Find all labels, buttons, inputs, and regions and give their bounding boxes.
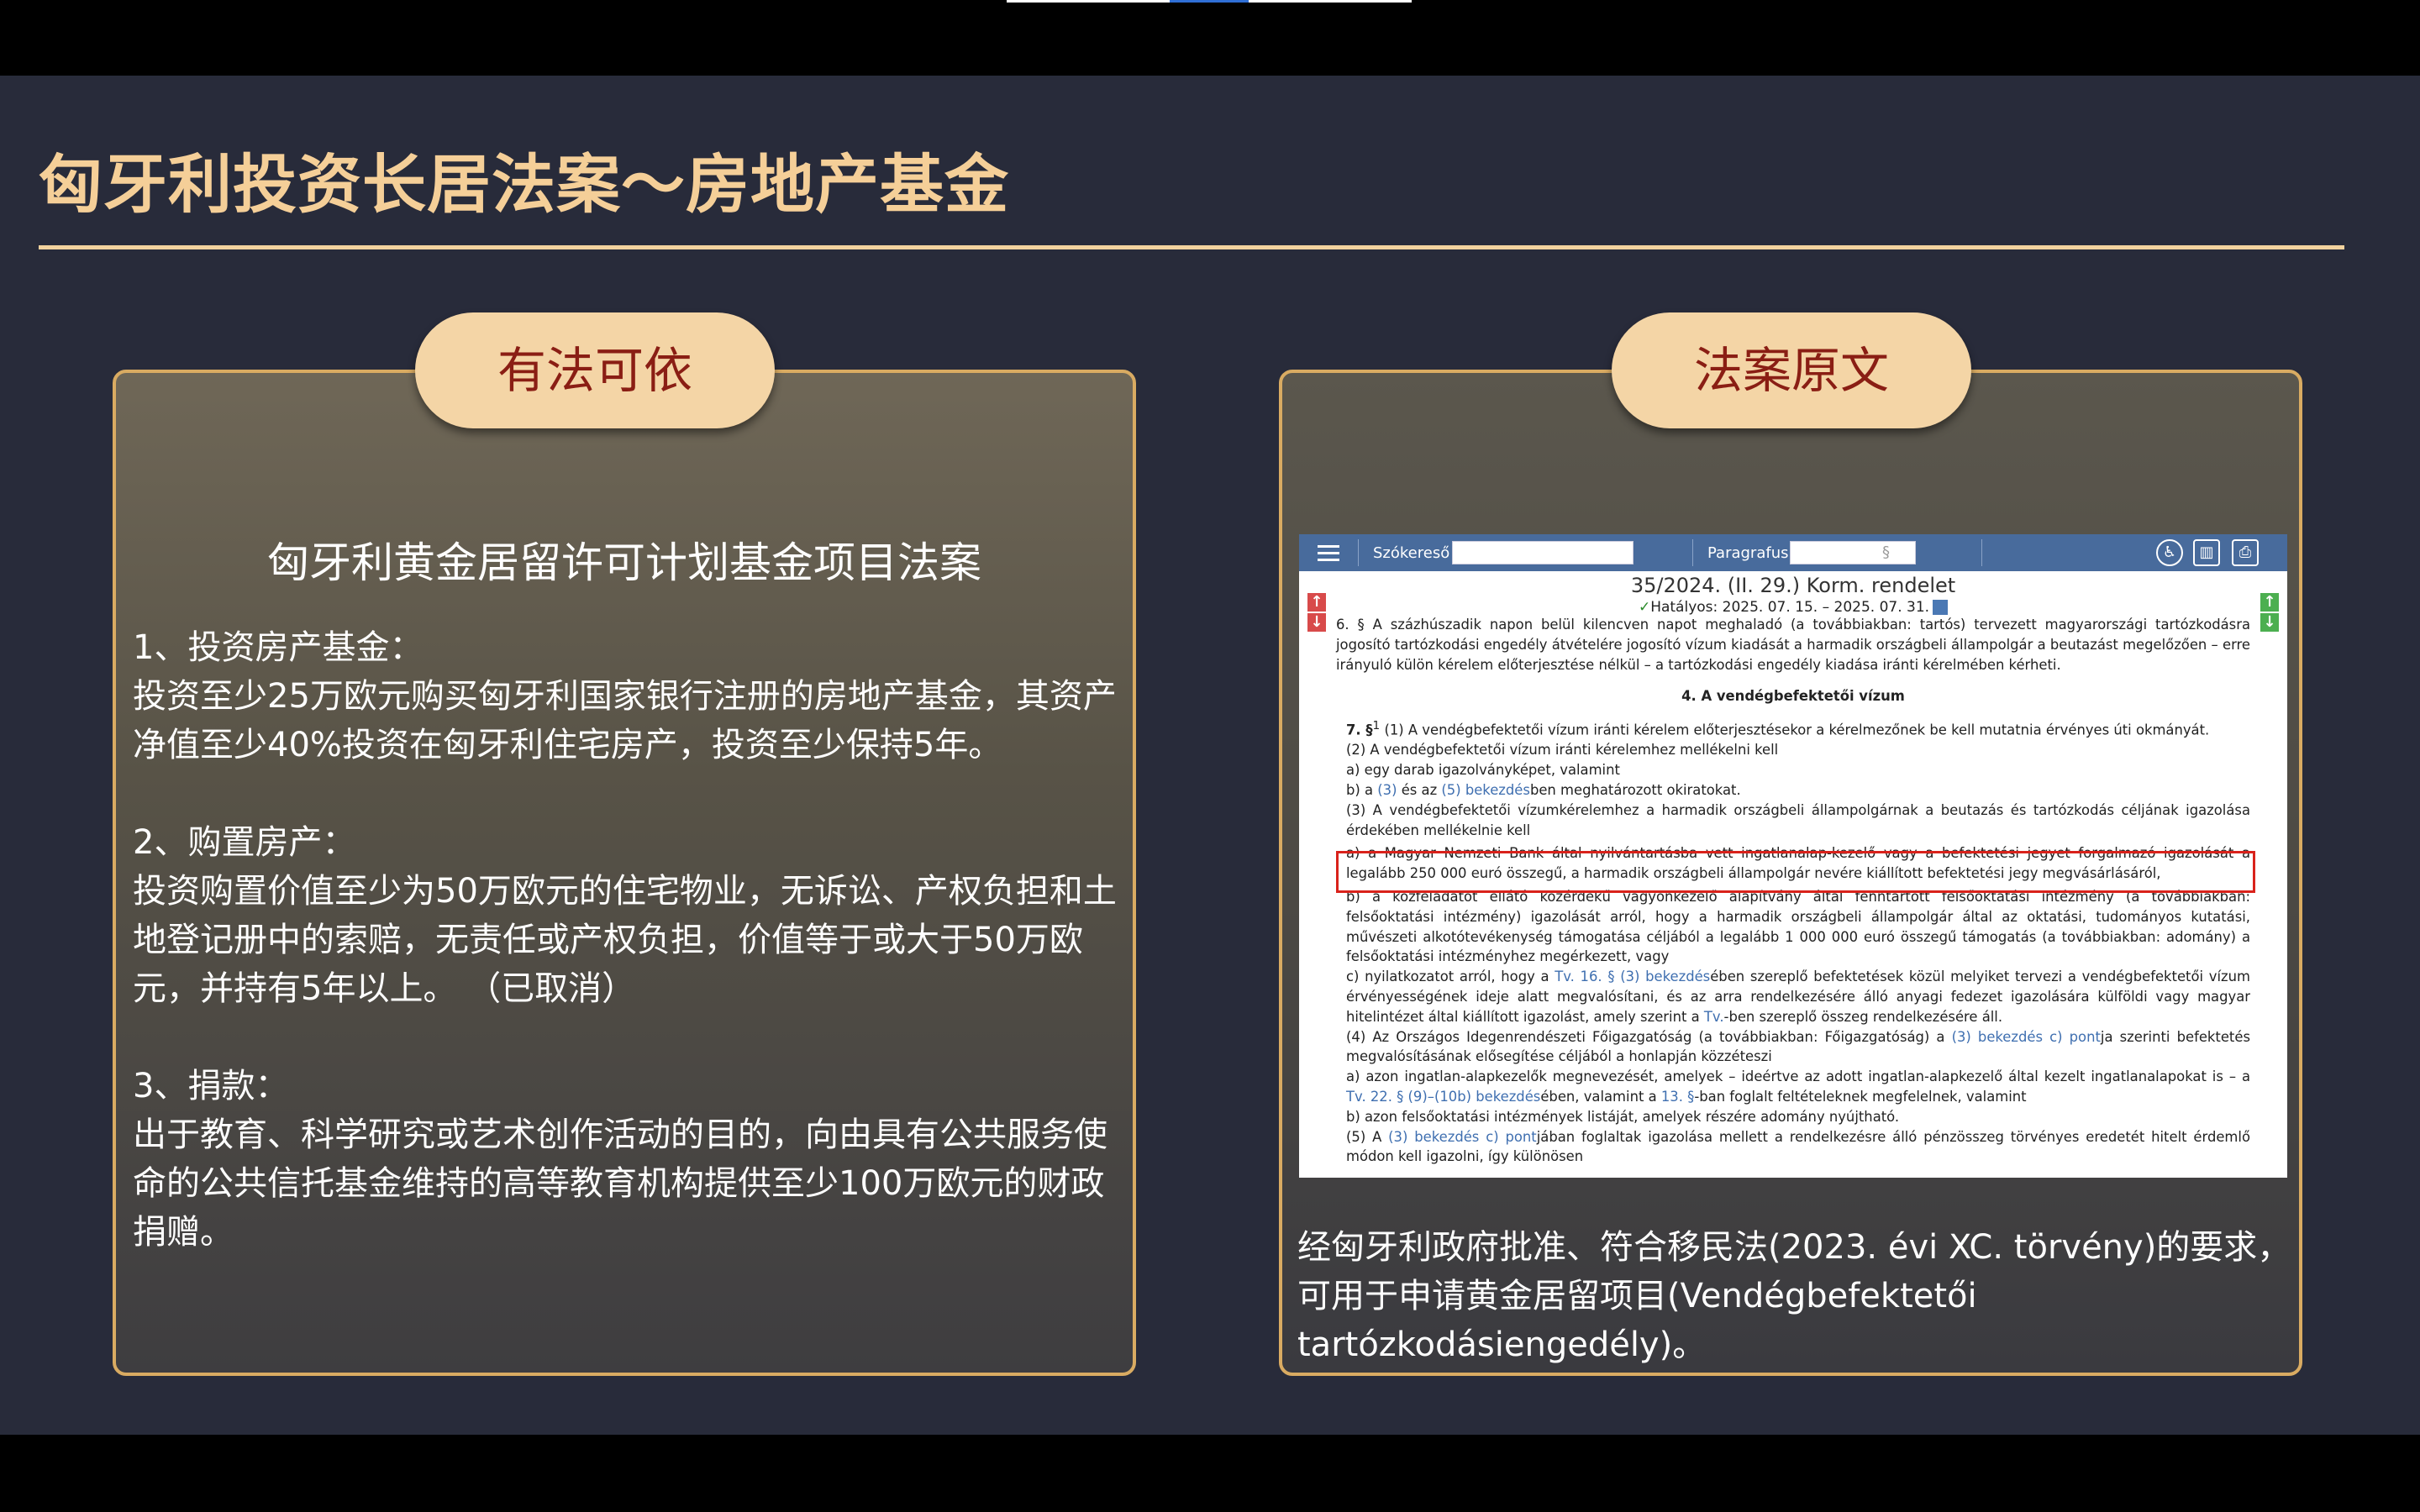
slide: 匈牙利投资长居法案～房地产基金 有法可依 匈牙利黄金居留许可计划基金项目法案 1… xyxy=(0,76,2420,1435)
doc-p3: (3) A vendégbefektetői vízumkérelemhez a… xyxy=(1346,801,2250,838)
search-label: Szókereső xyxy=(1373,544,1450,562)
doc-p3c: c) nyilatkozatot arról, hogy a Tv. 16. §… xyxy=(1346,969,2250,1025)
check-icon: ✓ xyxy=(1638,599,1651,616)
doc-link[interactable]: (3) bekezdés c) pont xyxy=(1952,1029,2101,1045)
top-black-bar xyxy=(0,0,2420,76)
layout-icon[interactable]: ▥ xyxy=(2193,539,2220,566)
section-3-body: 出于教育、科学研究或艺术创作活动的目的，向由具有公共服务使命的公共信托基金维持的… xyxy=(133,1116,1107,1252)
doc-link[interactable]: Tv. 22. § (9)–(10b) bekezdés xyxy=(1346,1089,1540,1105)
right-panel-pill: 法案原文 xyxy=(1612,312,1971,428)
section-2-heading: 2、购置房产： xyxy=(133,823,356,862)
left-panel-pill: 有法可依 xyxy=(415,312,775,428)
menu-icon[interactable] xyxy=(1318,543,1339,563)
doc-link[interactable]: Tv. xyxy=(1704,1009,1724,1025)
highlight-box xyxy=(1336,851,2255,893)
right-panel-caption: 经匈牙利政府批准、符合移民法(2023. évi XC. törvény)的要求… xyxy=(1297,1228,2291,1364)
section-2-body: 投资购置价值至少为50万欧元的住宅物业，无诉讼、产权负担和土地登记册中的索赔，无… xyxy=(133,872,1117,1008)
doc-link[interactable]: (3) xyxy=(1377,782,1397,798)
print-icon[interactable]: ⎙ xyxy=(2232,539,2259,566)
paragraph-input[interactable]: § xyxy=(1790,541,1916,564)
doc-p4: (4) Az Országos Idegenrendészeti Főigazg… xyxy=(1346,1028,2250,1065)
law-document-screenshot: Szókereső Paragrafus § ♿ ▥ ⎙ 35/2024. (I… xyxy=(1299,534,2287,1178)
validity-text: Hatályos: 2025. 07. 15. – 2025. 07. 31. xyxy=(1650,599,1930,616)
doc-para-footnote: 1 xyxy=(1372,719,1381,733)
section-1-heading: 1、投资房产基金： xyxy=(133,628,424,667)
doc-link[interactable]: Tv. 16. § (3) bekezdés xyxy=(1555,969,1710,984)
doc-section-title: 4. A vendégbefektetői vízum xyxy=(1681,688,1905,705)
top-strip-right xyxy=(1249,0,1412,3)
doc-intro: 6. § A százhúszadik napon belül kilencve… xyxy=(1336,617,2250,673)
doc-p2: (2) A vendégbefektetői vízum iránti kére… xyxy=(1346,742,1779,759)
doc-p2b: b) a (3) és az (5) bekezdésben meghatáro… xyxy=(1346,782,1741,799)
doc-p4a: a) azon ingatlan-alapkezelők megnevezésé… xyxy=(1346,1068,2250,1105)
doc-p3b: b) a közfeladatot ellátó közérdekű vagyo… xyxy=(1346,889,2250,965)
scroll-up-red-icon[interactable]: ↑ xyxy=(1307,593,1326,612)
doc-link[interactable]: (5) bekezdés xyxy=(1441,782,1530,798)
document-heading: 35/2024. (II. 29.) Korm. rendelet xyxy=(1630,574,1956,597)
accessibility-icon[interactable]: ♿ xyxy=(2156,539,2183,566)
top-strip-left xyxy=(1007,0,1170,3)
document-toolbar: Szókereső Paragrafus § ♿ ▥ ⎙ xyxy=(1299,534,2287,571)
slide-title: 匈牙利投资长居法案～房地产基金 xyxy=(39,147,1009,222)
validity-line: ✓Hatályos: 2025. 07. 15. – 2025. 07. 31. xyxy=(1299,598,2287,617)
section-3-heading: 3、捐款： xyxy=(133,1067,289,1105)
paragraph-label: Paragrafus xyxy=(1707,544,1789,562)
scroll-down-green-icon[interactable]: ↓ xyxy=(2260,613,2279,632)
doc-p2a: a) egy darab igazolványképet, valamint xyxy=(1346,762,1620,779)
scroll-up-green-icon[interactable]: ↑ xyxy=(2260,593,2279,612)
left-panel-text: 1、投资房产基金： 投资至少25万欧元购买匈牙利国家银行注册的房地产基金，其资产… xyxy=(133,623,1118,1257)
doc-p5: (5) A (3) bekezdés c) pontjában foglalta… xyxy=(1346,1128,2250,1165)
bottom-black-bar xyxy=(0,1435,2420,1512)
doc-link[interactable]: (3) bekezdés c) pont xyxy=(1388,1129,1537,1145)
calendar-icon[interactable] xyxy=(1933,600,1949,615)
section-1-body: 投资至少25万欧元购买匈牙利国家银行注册的房地产基金，其资产净值至少40%投资在… xyxy=(133,677,1117,764)
search-input[interactable] xyxy=(1452,541,1634,564)
doc-link[interactable]: 13. § xyxy=(1661,1089,1694,1105)
left-panel-subtitle: 匈牙利黄金居留许可计划基金项目法案 xyxy=(267,538,981,587)
doc-para-number: 7. § xyxy=(1346,722,1373,738)
scroll-down-red-icon[interactable]: ↓ xyxy=(1307,613,1326,632)
doc-p1: (1) A vendégbefektetői vízum iránti kére… xyxy=(1380,722,2210,738)
top-strip-mid xyxy=(1170,0,1249,3)
doc-p4b: b) azon felsőoktatási intézmények listáj… xyxy=(1346,1108,1900,1125)
title-divider xyxy=(39,245,2344,249)
